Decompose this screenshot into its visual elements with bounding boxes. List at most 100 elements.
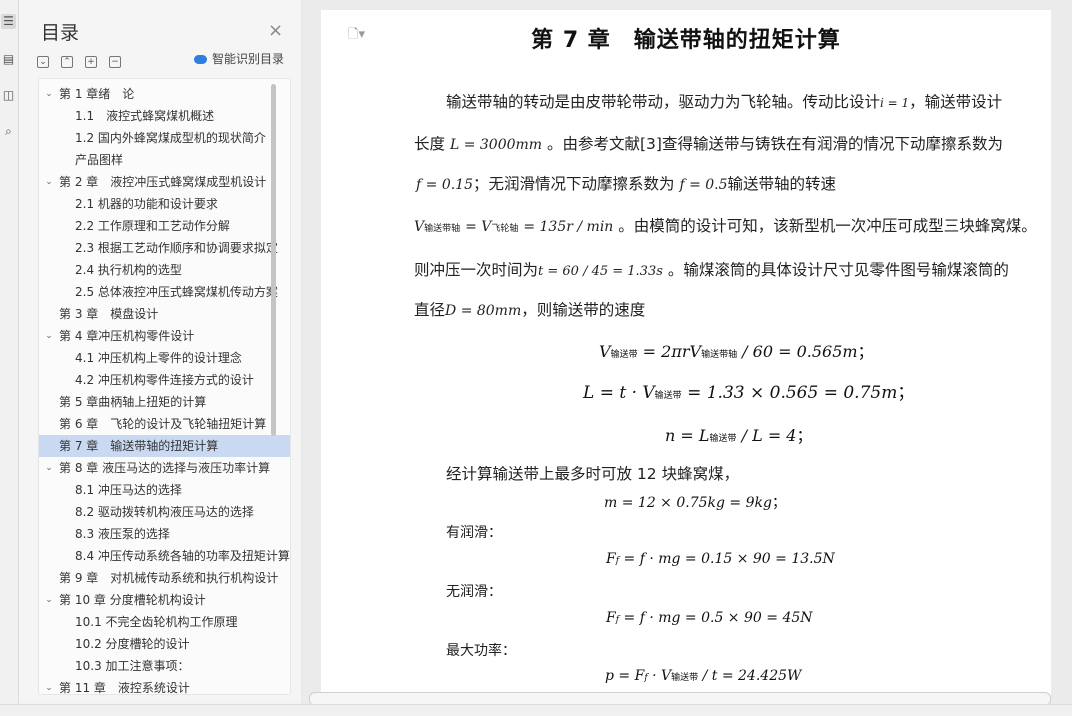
toc-item-label: 10.1 不完全齿轮机构工作原理: [75, 615, 238, 629]
toc-panel: 目录 × ⌄ ⌃ + − 智能识别目录 ⌄ 第 1 章绪 论 1.1 液控式蜂窝煤机概述 1…: [20, 0, 300, 700]
toc-item-label: 10.3 加工注意事项：: [75, 659, 190, 673]
equation-length: L = t · V输送带 = 1.33 × 0.565 = 0.75m；: [583, 383, 915, 403]
toc-item[interactable]: ⌄ 第 11 章 液控系统设计: [39, 677, 290, 695]
toc-item-label: 8.2 驱动拨转机构液压马达的选择: [75, 505, 254, 519]
toc-item[interactable]: 4.2 冲压机构零件连接方式的设计: [39, 369, 290, 391]
toc-item-label: 第 11 章 液控系统设计: [59, 681, 190, 695]
chevron-down-icon[interactable]: ⌄: [43, 457, 55, 479]
paragraph-line-2: 长度 L = 3000mm 。由参考文献[3]查得输送带与铸铁在有润滑的情况下动…: [414, 135, 1003, 153]
chevron-down-icon[interactable]: ⌄: [43, 171, 55, 193]
toc-item[interactable]: 第 3 章 模盘设计: [39, 303, 290, 325]
toc-item[interactable]: 4.1 冲压机构上零件的设计理念: [39, 347, 290, 369]
toc-item[interactable]: ⌄ 第 1 章绪 论: [39, 83, 290, 105]
smart-toc-button[interactable]: 智能识别目录: [194, 50, 284, 67]
toc-title: 目录: [41, 22, 80, 44]
toc-item[interactable]: 第 7 章 输送带轴的扭矩计算: [39, 435, 290, 457]
remove-heading-icon[interactable]: −: [109, 55, 121, 68]
toc-item-label: 4.2 冲压机构零件连接方式的设计: [75, 373, 254, 387]
toc-item-label: 2.1 机器的功能和设计要求: [75, 197, 218, 211]
paragraph-line-5: 则冲压一次时间为t = 60 / 45 = 1.33s 。输煤滚筒的具体设计尺寸…: [414, 261, 1009, 279]
search-icon[interactable]: ⌕: [1, 124, 16, 139]
toc-item[interactable]: 2.1 机器的功能和设计要求: [39, 193, 290, 215]
toc-item[interactable]: 2.4 执行机构的选型: [39, 259, 290, 281]
toc-item-label: 1.1 液控式蜂窝煤机概述: [75, 109, 215, 123]
toc-item[interactable]: 产品图样: [39, 149, 290, 171]
bookmark-icon[interactable]: ◫: [1, 88, 16, 103]
toc-item[interactable]: 第 6 章 飞轮的设计及飞轮轴扭矩计算: [39, 413, 290, 435]
document-area: 🗋▾ 第 7 章 输送带轴的扭矩计算 输送带轴的转动是由皮带轮带动，驱动力为飞轮…: [301, 0, 1072, 715]
toc-item-label: 第 10 章 分度槽轮机构设计: [59, 593, 206, 607]
toc-item-label: 8.3 液压泵的选择: [75, 527, 170, 541]
equation-mass: m = 12 × 0.75kg = 9kg；: [604, 495, 786, 511]
label-max-power: 最大功率：: [446, 643, 516, 659]
toc-item[interactable]: 1.2 国内外蜂窝煤成型机的现状简介: [39, 127, 290, 149]
chevron-down-icon[interactable]: ⌄: [43, 677, 55, 694]
status-bar: [0, 704, 1072, 716]
paragraph-line-1: 输送带轴的转动是由皮带轮带动，驱动力为飞轮轴。传动比设计i = 1，输送带设计: [446, 93, 1003, 111]
equation-count: n = L输送带 / L = 4；: [665, 426, 813, 445]
expand-up-icon[interactable]: ⌃: [61, 55, 73, 68]
toc-item[interactable]: 8.1 冲压马达的选择: [39, 479, 290, 501]
toc-scrollbar[interactable]: [271, 84, 276, 436]
toc-item-label: 第 7 章 输送带轴的扭矩计算: [59, 439, 219, 453]
toc-item[interactable]: 2.5 总体液控冲压式蜂窝煤机传动方案: [39, 281, 290, 303]
toc-item[interactable]: 2.2 工作原理和工艺动作分解: [39, 215, 290, 237]
label-lubricated: 有润滑：: [446, 525, 502, 541]
toc-item[interactable]: 10.1 不完全齿轮机构工作原理: [39, 611, 290, 633]
smart-toc-label: 智能识别目录: [212, 52, 285, 66]
equation-friction-unlubricated: Ff = f · mg = 0.5 × 90 = 45N: [606, 610, 813, 626]
paragraph-line-3: f = 0.15；无润滑情况下动摩擦系数为 f = 0.5输送带轴的转速: [416, 175, 837, 193]
add-heading-icon[interactable]: +: [85, 55, 97, 68]
toc-item[interactable]: 8.4 冲压传动系统各轴的功率及扭矩计算: [39, 545, 290, 567]
toc-item-label: 2.3 根据工艺动作顺序和协调要求拟定: [75, 241, 278, 255]
collapse-all-icon[interactable]: ⌄: [37, 55, 49, 68]
toc-item[interactable]: 第 9 章 对机械传动系统和执行机构设计: [39, 567, 290, 589]
toc-item[interactable]: 10.2 分度槽轮的设计: [39, 633, 290, 655]
toc-item[interactable]: ⌄ 第 4 章冲压机构零件设计: [39, 325, 290, 347]
toc-item-label: 1.2 国内外蜂窝煤成型机的现状简介: [75, 131, 266, 145]
toc-item-label: 4.1 冲压机构上零件的设计理念: [75, 351, 242, 365]
toc-item[interactable]: ⌄ 第 2 章 液控冲压式蜂窝煤成型机设计: [39, 171, 290, 193]
equation-velocity: V输送带 = 2πrV输送带轴 / 60 = 0.565m；: [599, 342, 874, 361]
paragraph-line-4: V输送带轴 = V飞轮轴 = 135r / min 。由模筒的设计可知，该新型机…: [414, 217, 1037, 235]
close-icon[interactable]: ×: [268, 20, 283, 41]
document-icon[interactable]: ▤: [1, 52, 16, 67]
toc-item-label: 第 8 章 液压马达的选择与液压功率计算: [59, 461, 271, 475]
toc-item-label: 产品图样: [75, 153, 124, 167]
chapter-title: 第 7 章 输送带轴的扭矩计算: [531, 28, 841, 53]
document-page: 🗋▾ 第 7 章 输送带轴的扭矩计算 输送带轴的转动是由皮带轮带动，驱动力为飞轮…: [321, 10, 1051, 700]
paragraph-line-6: 直径D = 80mm，则输送带的速度: [414, 301, 646, 319]
toc-list: ⌄ 第 1 章绪 论 1.1 液控式蜂窝煤机概述 1.2 国内外蜂窝煤成型机的现状简介…: [38, 78, 291, 695]
chevron-down-icon[interactable]: ⌄: [43, 83, 55, 105]
toc-item-label: 第 4 章冲压机构零件设计: [59, 329, 195, 343]
toc-item-label: 第 6 章 飞轮的设计及飞轮轴扭矩计算: [59, 417, 267, 431]
toc-item-label: 第 2 章 液控冲压式蜂窝煤成型机设计: [59, 175, 267, 189]
toc-item[interactable]: ⌄ 第 10 章 分度槽轮机构设计: [39, 589, 290, 611]
toc-item[interactable]: 8.3 液压泵的选择: [39, 523, 290, 545]
equation-friction-lubricated: Ff = f · mg = 0.15 × 90 = 13.5N: [606, 551, 835, 567]
left-rail: ☰ ▤ ◫ ⌕: [0, 0, 19, 715]
label-unlubricated: 无润滑：: [446, 584, 502, 600]
toc-item-label: 2.2 工作原理和工艺动作分解: [75, 219, 230, 233]
toc-item[interactable]: 1.1 液控式蜂窝煤机概述: [39, 105, 290, 127]
toc-item[interactable]: 第 5 章曲柄轴上扭矩的计算: [39, 391, 290, 413]
toc-item-label: 第 9 章 对机械传动系统和执行机构设计: [59, 571, 279, 585]
paragraph-line-7: 经计算输送带上最多时可放 12 块蜂窝煤，: [446, 465, 740, 483]
toc-item[interactable]: 10.3 加工注意事项：: [39, 655, 290, 677]
toc-item-label: 8.4 冲压传动系统各轴的功率及扭矩计算: [75, 549, 290, 563]
toc-item[interactable]: 8.2 驱动拨转机构液压马达的选择: [39, 501, 290, 523]
toc-item-label: 第 5 章曲柄轴上扭矩的计算: [59, 395, 207, 409]
list-icon[interactable]: ☰: [1, 14, 16, 29]
toc-item-label: 2.5 总体液控冲压式蜂窝煤机传动方案: [75, 285, 278, 299]
toc-item-label: 10.2 分度槽轮的设计: [75, 637, 190, 651]
chevron-down-icon[interactable]: ⌄: [43, 589, 55, 611]
toc-item-label: 第 3 章 模盘设计: [59, 307, 159, 321]
toc-toolbar: ⌄ ⌃ + −: [37, 51, 133, 68]
toc-item-label: 8.1 冲压马达的选择: [75, 483, 182, 497]
chevron-down-icon[interactable]: ⌄: [43, 325, 55, 347]
toc-item-label: 第 1 章绪 论: [59, 87, 135, 101]
toc-item-label: 2.4 执行机构的选型: [75, 263, 182, 277]
toc-item[interactable]: ⌄ 第 8 章 液压马达的选择与液压功率计算: [39, 457, 290, 479]
toc-item[interactable]: 2.3 根据工艺动作顺序和协调要求拟定: [39, 237, 290, 259]
equation-power: p = Ff · V输送带 / t = 24.425W: [605, 668, 802, 684]
